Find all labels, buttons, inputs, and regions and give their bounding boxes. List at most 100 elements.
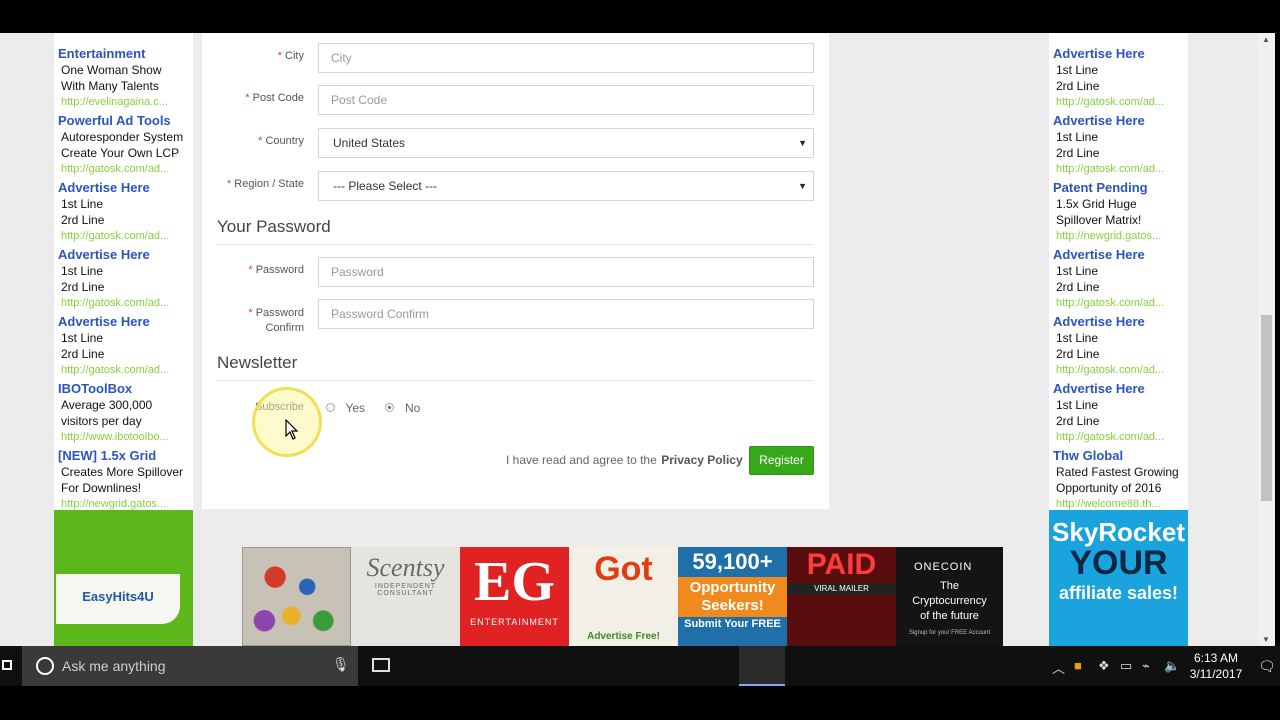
ad-url[interactable]: http://gatosk.com/ad... — [58, 295, 193, 312]
text-ad[interactable]: Advertise Here 1st Line 2rd Line http://gat… — [1049, 381, 1188, 446]
chevron-up-icon[interactable]: ︿ — [1052, 658, 1065, 677]
got-logo: Got — [594, 550, 653, 588]
task-view-icon[interactable] — [372, 658, 390, 672]
ad-url[interactable]: http://www.ibotoolbo... — [58, 429, 193, 446]
text-ad[interactable]: Advertise Here 1st Line 2rd Line http://gat… — [1049, 113, 1188, 178]
tray-app-icon[interactable]: ■ — [1074, 658, 1082, 673]
subscribe-yes-label[interactable]: Yes — [345, 401, 365, 415]
text-ad[interactable]: Entertainment One Woman Show With Many Tal… — [54, 46, 193, 111]
subscribe-no-radio[interactable] — [385, 403, 395, 413]
ad-url[interactable]: http://gatosk.com/ad... — [1053, 161, 1188, 178]
opportunity-seekers-ad-tile[interactable]: 59,100+ Opportunity Seekers! Submit Your… — [678, 547, 787, 646]
ad-text-line: 2rd Line — [1056, 146, 1100, 160]
ad-url[interactable]: http://gatosk.com/ad... — [58, 228, 193, 245]
search-placeholder: Ask me anything — [62, 658, 166, 674]
network-icon[interactable]: ⌁ — [1142, 658, 1150, 674]
seekers-label: Opportunity Seekers! — [678, 577, 787, 617]
country-select[interactable]: United States ▼ — [318, 128, 814, 158]
ad-title-link[interactable]: Advertise Here — [1053, 46, 1188, 62]
ad-title-link[interactable]: Entertainment — [58, 46, 193, 62]
text-ad[interactable]: Patent Pending 1.5x Grid Huge Spillover Ma… — [1049, 180, 1188, 245]
ad-text-line: visitors per day — [61, 414, 142, 428]
ad-url[interactable]: http://welcome88.th... — [1053, 496, 1188, 510]
country-label: * Country — [258, 135, 304, 147]
subscribe-no-label[interactable]: No — [405, 401, 420, 415]
password-confirm-input[interactable]: Password Confirm — [318, 299, 814, 329]
paid-viral-mailer-ad-tile[interactable]: PAID VIRAL MAILER — [787, 547, 896, 646]
eg-entertainment-ad-tile[interactable]: EG ENTERTAINMENT — [460, 547, 569, 646]
password-label: * Password — [248, 264, 304, 276]
onecoin-ad-tile[interactable]: ONECOIN The Cryptocurrency of the future… — [896, 547, 1003, 646]
ad-title-link[interactable]: Thw Global — [1053, 448, 1188, 464]
windows-logo-icon — [2, 660, 12, 670]
ad-url[interactable]: http://gatosk.com/ad... — [58, 362, 193, 379]
ad-text-line: 2rd Line — [1056, 280, 1100, 294]
ad-text-line: Creates More Spillover — [61, 465, 184, 479]
volume-icon[interactable]: 🔈 — [1164, 658, 1180, 674]
text-ad[interactable]: Advertise Here 1st Line 2rd Line http://gat… — [54, 314, 193, 379]
ad-title-link[interactable]: Advertise Here — [58, 247, 193, 263]
text-ad[interactable]: Advertise Here 1st Line 2rd Line http://gat… — [1049, 46, 1188, 111]
got-ad-tile[interactable]: Got Advertise Free! — [569, 547, 678, 646]
cortana-search-box[interactable]: Ask me anything 🎙 — [22, 646, 358, 686]
ad-title-link[interactable]: Advertise Here — [1053, 381, 1188, 397]
right-ad-column: Advertise Here 1st Line 2rd Line http://gat… — [1049, 33, 1188, 510]
privacy-policy-link[interactable]: Privacy Policy — [661, 453, 742, 467]
city-input[interactable]: City — [318, 43, 814, 73]
ad-url[interactable]: http://newgrid.gatos... — [1053, 228, 1188, 245]
password-input[interactable]: Password — [318, 257, 814, 287]
taskbar-active-app[interactable] — [739, 646, 785, 686]
ad-url[interactable]: http://newgrid.gatos... — [58, 496, 193, 510]
ad-title-link[interactable]: Advertise Here — [58, 314, 193, 330]
skyrocket-banner[interactable]: SkyRocket YOUR affiliate sales! — [1049, 510, 1188, 646]
ad-title-link[interactable]: Advertise Here — [58, 180, 193, 196]
ad-title-link[interactable]: Advertise Here — [1053, 113, 1188, 129]
text-ad[interactable]: [NEW] 1.5x Grid Creates More Spillover For… — [54, 448, 193, 510]
scroll-up-icon[interactable]: ▲ — [1262, 35, 1270, 44]
subscribe-yes-radio[interactable] — [326, 403, 335, 413]
text-ad[interactable]: Advertise Here 1st Line 2rd Line http://gat… — [54, 247, 193, 312]
text-ad[interactable]: Powerful Ad Tools Autoresponder System Cre… — [54, 113, 193, 178]
scentsy-ad-tile[interactable]: Scentsy INDEPENDENT CONSULTANT — [351, 547, 460, 646]
battery-icon[interactable]: ▭ — [1120, 658, 1132, 674]
microphone-icon[interactable]: 🎙 — [332, 656, 350, 673]
text-ad[interactable]: Thw Global Rated Fastest Growing Opportuni… — [1049, 448, 1188, 510]
text-ad[interactable]: Advertise Here 1st Line 2rd Line http://gat… — [1049, 314, 1188, 379]
ad-url[interactable]: http://gatosk.com/ad... — [1053, 295, 1188, 312]
ad-title-link[interactable]: Patent Pending — [1053, 180, 1188, 196]
text-ad[interactable]: Advertise Here 1st Line 2rd Line http://gat… — [1049, 247, 1188, 312]
ad-title-link[interactable]: IBOToolBox — [58, 381, 193, 397]
ad-title-link[interactable]: Advertise Here — [1053, 247, 1188, 263]
ad-url[interactable]: http://gatosk.com/ad... — [1053, 362, 1188, 379]
text-ad[interactable]: Advertise Here 1st Line 2rd Line http://gat… — [54, 180, 193, 245]
dropbox-icon[interactable]: ❖ — [1098, 658, 1110, 674]
onecoin-text-line: of the future — [920, 610, 979, 622]
ad-text-line: With Many Talents — [61, 79, 159, 93]
scrollbar-thumb[interactable] — [1261, 315, 1272, 501]
notification-icon[interactable]: 🗨 — [1258, 658, 1276, 675]
ad-text-line: Opportunity of 2016 — [1056, 481, 1162, 495]
easyhits4u-banner[interactable]: EasyHits4U — [54, 510, 193, 646]
onecoin-logo: ONECOIN — [914, 561, 973, 573]
ad-url[interactable]: http://gatosk.com/ad... — [1053, 94, 1188, 111]
ad-text-line: 1.5x Grid Huge — [1056, 197, 1137, 211]
scroll-down-icon[interactable]: ▼ — [1262, 635, 1270, 644]
ad-title-link[interactable]: Advertise Here — [1053, 314, 1188, 330]
text-ad[interactable]: IBOToolBox Average 300,000 visitors per da… — [54, 381, 193, 446]
onecoin-small-text: Signup for your FREE Account — [908, 630, 991, 636]
ad-title-link[interactable]: [NEW] 1.5x Grid — [58, 448, 193, 464]
ad-title-link[interactable]: Powerful Ad Tools — [58, 113, 193, 129]
region-select[interactable]: --- Please Select --- ▼ — [318, 171, 814, 201]
register-button[interactable]: Register — [749, 446, 814, 475]
post-code-input[interactable]: Post Code — [318, 85, 814, 115]
system-clock[interactable]: 6:13 AM 3/11/2017 — [1185, 650, 1247, 682]
start-button[interactable] — [0, 646, 22, 686]
city-label: * City — [277, 50, 304, 62]
password-section-heading: Your Password — [217, 216, 814, 245]
beads-ad-tile[interactable] — [242, 547, 351, 646]
ad-url[interactable]: http://gatosk.com/ad... — [58, 161, 193, 178]
ad-url[interactable]: http://evelinagaina.c... — [58, 94, 193, 111]
ad-url[interactable]: http://gatosk.com/ad... — [1053, 429, 1188, 446]
ad-text-line: 2rd Line — [61, 280, 105, 294]
page-scrollbar[interactable]: ▲ ▼ — [1258, 33, 1275, 646]
